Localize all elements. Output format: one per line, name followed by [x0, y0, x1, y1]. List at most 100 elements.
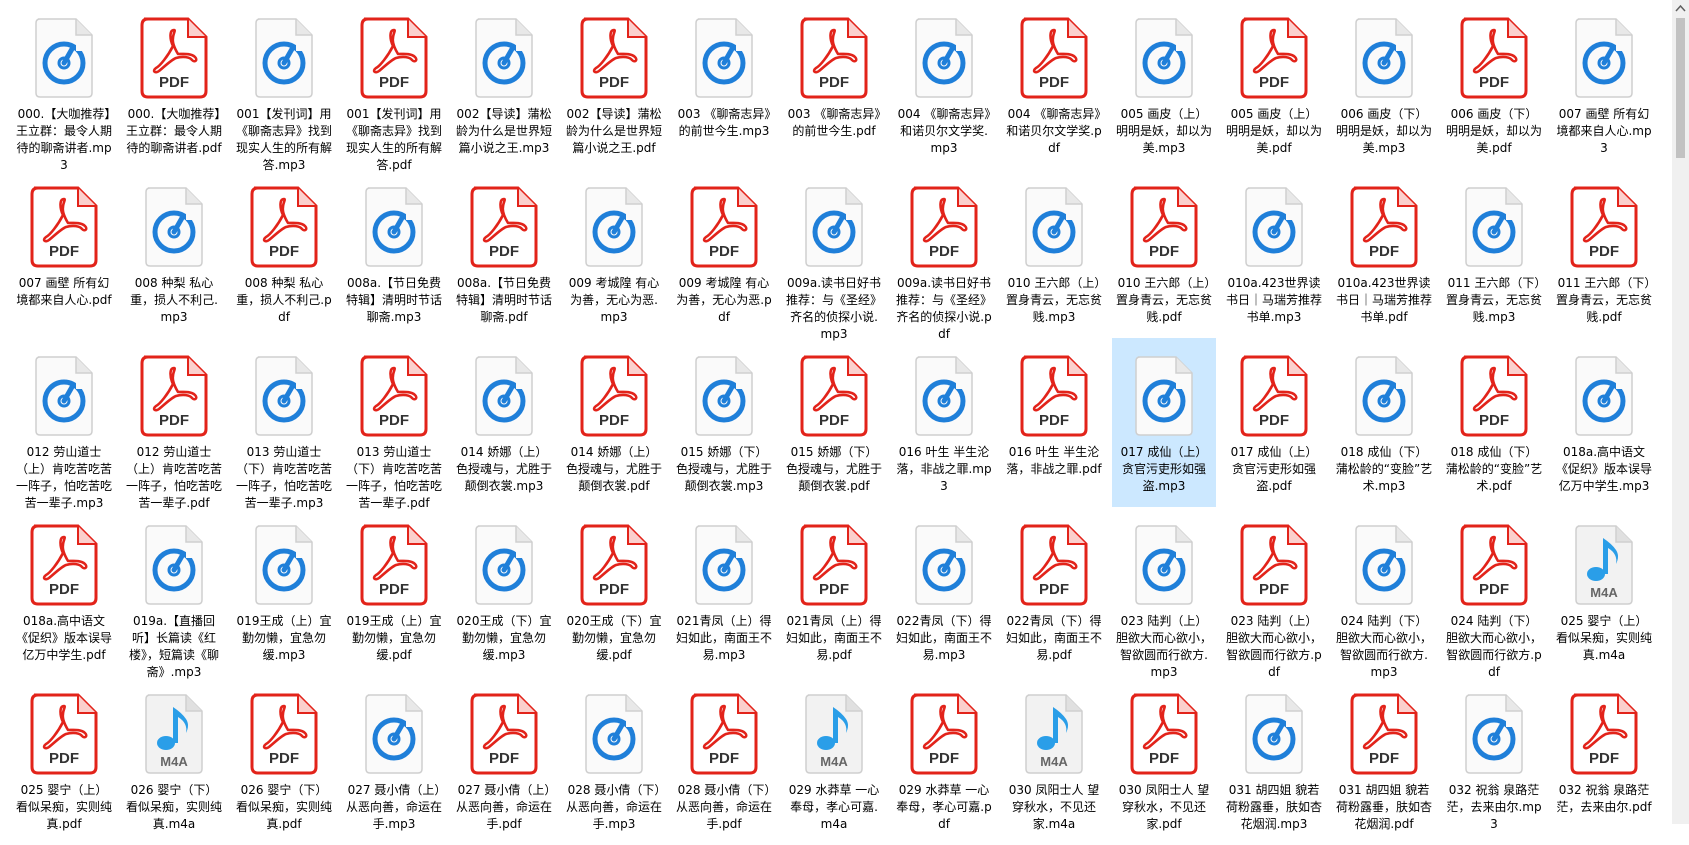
mp3-file-icon	[1112, 517, 1216, 613]
file-item[interactable]: 022青凤（下）得妇如此，南面王不易.mp3	[892, 507, 996, 676]
file-item[interactable]: PDF 007 画壁 所有幻境都来自人心.pdf	[12, 169, 116, 338]
mp3-file-icon	[672, 348, 776, 444]
file-item[interactable]: PDF 027 聂小倩（上）从恶向善，命运在手.pdf	[452, 676, 556, 845]
file-item[interactable]: PDF 025 婴宁（上）看似呆痴，实则纯真.pdf	[12, 676, 116, 845]
file-item[interactable]: PDF 019王成（上）宜勤勿懒，宜急勿缓.pdf	[342, 507, 446, 676]
file-name-label: 016 叶生 半生沦落，非战之罪.mp3	[896, 445, 992, 493]
file-item[interactable]: 018 成仙（下）蒲松龄的“变脸”艺术.mp3	[1332, 338, 1436, 507]
mp3-file-icon	[232, 517, 336, 613]
file-item[interactable]: PDF 009 考城隍 有心为善，无心为恶.pdf	[672, 169, 776, 338]
file-item[interactable]: 009 考城隍 有心为善，无心为恶.mp3	[562, 169, 666, 338]
file-item[interactable]: 024 陆判（下）胆欲大而心欲小，智欲圆而行欲方.mp3	[1332, 507, 1436, 679]
mp3-file-icon	[672, 10, 776, 106]
file-item[interactable]: PDF 024 陆判（下）胆欲大而心欲小，智欲圆而行欲方.pdf	[1442, 507, 1546, 679]
file-item[interactable]: 008 种梨 私心重，损人不利己.mp3	[122, 169, 226, 338]
file-item[interactable]: PDF 014 娇娜（上）色授魂与，尤胜于颠倒衣裳.pdf	[562, 338, 666, 507]
file-item[interactable]: 010 王六郎（上）置身青云，无忘贫贱.mp3	[1002, 169, 1106, 338]
file-item[interactable]: PDF 031 胡四姐 貌若荷粉露垂，肤如杏花烟润.pdf	[1332, 676, 1436, 845]
file-item[interactable]: 031 胡四姐 貌若荷粉露垂，肤如杏花烟润.mp3	[1222, 676, 1326, 845]
svg-text:PDF: PDF	[489, 750, 519, 767]
file-item[interactable]: PDF 008 种梨 私心重，损人不利己.pdf	[232, 169, 336, 338]
file-name-label: 010 王六郎（上）置身青云，无忘贫贱.pdf	[1115, 276, 1212, 324]
file-item[interactable]: PDF 005 画皮（上）明明是妖，却以为美.pdf	[1222, 0, 1326, 169]
file-item[interactable]: 011 王六郎（下）置身青云，无忘贫贱.mp3	[1442, 169, 1546, 338]
file-item[interactable]: PDF 029 水莽草 一心奉母，孝心可嘉.pdf	[892, 676, 996, 845]
file-item[interactable]: M4A 026 婴宁（下）看似呆痴，实则纯真.m4a	[122, 676, 226, 845]
file-item[interactable]: PDF 028 聂小倩（下）从恶向善，命运在手.pdf	[672, 676, 776, 845]
svg-text:PDF: PDF	[379, 412, 409, 429]
file-item[interactable]: 003 《聊斋志异》的前世今生.mp3	[672, 0, 776, 169]
file-item[interactable]: 023 陆判（上）胆欲大而心欲小，智欲圆而行欲方.mp3	[1112, 507, 1216, 679]
file-item[interactable]: PDF 006 画皮（下）明明是妖，却以为美.pdf	[1442, 0, 1546, 169]
file-item[interactable]: 027 聂小倩（上）从恶向善，命运在手.mp3	[342, 676, 446, 845]
svg-text:PDF: PDF	[1589, 243, 1619, 260]
file-item[interactable]: 001【发刊词】用《聊斋志异》找到现实人生的所有解答.mp3	[232, 0, 336, 172]
file-name-label: 005 画皮（上）明明是妖，却以为美.pdf	[1225, 107, 1322, 155]
mp3-file-icon	[452, 348, 556, 444]
file-name-label: 006 画皮（下）明明是妖，却以为美.mp3	[1335, 107, 1432, 155]
file-item[interactable]: 014 娇娜（上）色授魂与，尤胜于颠倒衣裳.mp3	[452, 338, 556, 507]
file-item[interactable]: 007 画壁 所有幻境都来自人心.mp3	[1552, 0, 1656, 169]
file-item[interactable]: PDF 008a.【节日免费特辑】清明时节话聊斋.pdf	[452, 169, 556, 338]
file-item[interactable]: M4A 025 婴宁（上）看似呆痴，实则纯真.m4a	[1552, 507, 1656, 676]
file-item[interactable]: PDF 017 成仙（上）贪官污吏形如强盗.pdf	[1222, 338, 1326, 507]
file-item[interactable]: M4A 030 凤阳士人 望穿秋水，不见还家.m4a	[1002, 676, 1106, 845]
file-item[interactable]: PDF 013 劳山道士（下）肯吃苦吃苦一阵子，怕吃苦吃苦一辈子.pdf	[342, 338, 446, 510]
pdf-file-icon: PDF	[12, 686, 116, 782]
file-item[interactable]: 021青凤（上）得妇如此，南面王不易.mp3	[672, 507, 776, 676]
file-item[interactable]: 000.【大咖推荐】王立群：最令人期待的聊斋讲者.mp3	[12, 0, 116, 172]
file-item[interactable]: 012 劳山道士（上）肯吃苦吃苦一阵子，怕吃苦吃苦一辈子.mp3	[12, 338, 116, 510]
file-name-label: 023 陆判（上）胆欲大而心欲小，智欲圆而行欲方.mp3	[1115, 614, 1212, 679]
file-item[interactable]: PDF 002【导读】蒲松龄为什么是世界短篇小说之王.pdf	[562, 0, 666, 169]
file-item[interactable]: 016 叶生 半生沦落，非战之罪.mp3	[892, 338, 996, 507]
file-item[interactable]: PDF 010 王六郎（上）置身青云，无忘贫贱.pdf	[1112, 169, 1216, 338]
pdf-file-icon: PDF	[1222, 348, 1326, 444]
scrollbar-thumb[interactable]	[1676, 18, 1685, 158]
file-item[interactable]: PDF 016 叶生 半生沦落，非战之罪.pdf	[1002, 338, 1106, 507]
file-item[interactable]: 010a.423世界读书日｜马瑞芳推荐书单.mp3	[1222, 169, 1326, 338]
file-item[interactable]: 006 画皮（下）明明是妖，却以为美.mp3	[1332, 0, 1436, 169]
mp3-file-icon	[1332, 348, 1436, 444]
file-item[interactable]: PDF 030 凤阳士人 望穿秋水，不见还家.pdf	[1112, 676, 1216, 845]
scroll-up-arrow-icon[interactable]	[1672, 0, 1689, 17]
file-item[interactable]: PDF 012 劳山道士（上）肯吃苦吃苦一阵子，怕吃苦吃苦一辈子.pdf	[122, 338, 226, 510]
file-item[interactable]: PDF 023 陆判（上）胆欲大而心欲小，智欲圆而行欲方.pdf	[1222, 507, 1326, 679]
pdf-file-icon: PDF	[12, 517, 116, 613]
file-item[interactable]: 002【导读】蒲松龄为什么是世界短篇小说之王.mp3	[452, 0, 556, 169]
file-item[interactable]: PDF 032 祝翁 泉路茫茫，去来由尔.pdf	[1552, 676, 1656, 845]
file-item[interactable]: 004 《聊斋志异》和诺贝尔文学奖.mp3	[892, 0, 996, 169]
file-item[interactable]: PDF 022青凤（下）得妇如此，南面王不易.pdf	[1002, 507, 1106, 676]
file-item[interactable]: PDF 009a.读书日好书推荐：与《圣经》齐名的侦探小说.pdf	[892, 169, 996, 341]
file-item[interactable]: PDF 018a.高中语文《促织》版本误导亿万中学生.pdf	[12, 507, 116, 676]
file-item[interactable]: PDF 001【发刊词】用《聊斋志异》找到现实人生的所有解答.pdf	[342, 0, 446, 172]
file-item[interactable]: 009a.读书日好书推荐：与《圣经》齐名的侦探小说.mp3	[782, 169, 886, 341]
file-item[interactable]: M4A 029 水莽草 一心奉母，孝心可嘉.m4a	[782, 676, 886, 845]
file-item[interactable]: PDF 015 娇娜（下）色授魂与，尤胜于颠倒衣裳.pdf	[782, 338, 886, 507]
file-item[interactable]: PDF 020王成（下）宜勤勿懒，宜急勿缓.pdf	[562, 507, 666, 676]
file-item[interactable]: 015 娇娜（下）色授魂与，尤胜于颠倒衣裳.mp3	[672, 338, 776, 507]
file-name-label: 002【导读】蒲松龄为什么是世界短篇小说之王.mp3	[455, 107, 552, 155]
file-item[interactable]: 020王成（下）宜勤勿懒，宜急勿缓.mp3	[452, 507, 556, 676]
file-item[interactable]: 005 画皮（上）明明是妖，却以为美.mp3	[1112, 0, 1216, 169]
file-item[interactable]: PDF 003 《聊斋志异》的前世今生.pdf	[782, 0, 886, 169]
file-item[interactable]: 019a.【直播回听】长篇读《红楼》，短篇读《聊斋》.mp3	[122, 507, 226, 679]
file-name-label: 012 劳山道士（上）肯吃苦吃苦一阵子，怕吃苦吃苦一辈子.mp3	[15, 445, 112, 510]
file-item[interactable]: 028 聂小倩（下）从恶向善，命运在手.mp3	[562, 676, 666, 845]
file-item[interactable]: 032 祝翁 泉路茫茫，去来由尔.mp3	[1442, 676, 1546, 845]
svg-text:PDF: PDF	[1479, 581, 1509, 598]
file-item[interactable]: 018a.高中语文《促织》版本误导亿万中学生.mp3	[1552, 338, 1656, 507]
file-item[interactable]: PDF 026 婴宁（下）看似呆痴，实则纯真.pdf	[232, 676, 336, 845]
file-item[interactable]: 017 成仙（上）贪官污吏形如强盗.mp3	[1112, 338, 1216, 507]
file-item[interactable]: PDF 021青凤（上）得妇如此，南面王不易.pdf	[782, 507, 886, 676]
file-item[interactable]: 008a.【节日免费特辑】清明时节话聊斋.mp3	[342, 169, 446, 338]
file-name-label: 020王成（下）宜勤勿懒，宜急勿缓.pdf	[566, 614, 662, 662]
file-item[interactable]: PDF 018 成仙（下）蒲松龄的“变脸”艺术.pdf	[1442, 338, 1546, 507]
file-item[interactable]: 019王成（上）宜勤勿懒，宜急勿缓.mp3	[232, 507, 336, 676]
file-item[interactable]: PDF 010a.423世界读书日｜马瑞芳推荐书单.pdf	[1332, 169, 1436, 338]
file-item[interactable]: PDF 011 王六郎（下）置身青云，无忘贫贱.pdf	[1552, 169, 1656, 338]
vertical-scrollbar[interactable]	[1672, 0, 1689, 824]
file-item[interactable]: PDF 000.【大咖推荐】王立群：最令人期待的聊斋讲者.pdf	[122, 0, 226, 169]
svg-text:PDF: PDF	[599, 74, 629, 91]
file-item[interactable]: PDF 004 《聊斋志异》和诺贝尔文学奖.pdf	[1002, 0, 1106, 169]
file-item[interactable]: 013 劳山道士（下）肯吃苦吃苦一阵子，怕吃苦吃苦一辈子.mp3	[232, 338, 336, 510]
